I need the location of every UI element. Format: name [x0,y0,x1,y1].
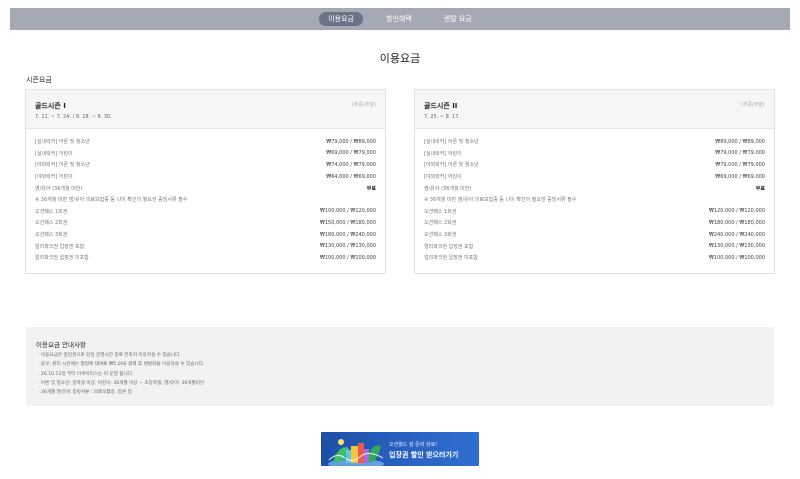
price-row: 영/유아 (36개월 미만) 무료 [424,182,765,194]
price-rows: [실내락커] 어른 및 청소년 ₩89,000 / ₩89,000 [실내락커] 어… [424,136,765,264]
price-row-value: ₩79,000 / ₩79,000 [715,150,765,157]
price-row-label: 얼리파크권 입장권 포함 [424,243,474,250]
price-row: [야외락커] 어른 및 청소년 ₩79,000 / ₩79,000 [424,159,765,171]
price-row-value: ₩79,000 / ₩89,000 [326,138,376,145]
notice-line: · 36개월 영/유아 증빙서류 : 의료보험증, 등본 등 [38,390,132,396]
notice-line: · 어른 및 청소년: 중학생 이상, 어린이: 36개월 이상 ~ 초등학생,… [38,380,205,386]
price-row-value: ₩69,000 / ₩69,000 [715,173,765,180]
price-card-gold-season-2: 골드시즌 II (주중/주말) 7. 25. ~ 8. 17. [실내락커] 어… [414,89,775,274]
price-row-label: [야외락커] 어른 및 청소년 [35,162,90,169]
price-row-value: ₩130,000 / ₩130,000 [708,243,765,250]
price-row: 오션패스 2회권 ₩180,000 / ₩180,000 [424,217,765,229]
price-row: 얼리파크권 입장권 포함 ₩130,000 / ₩130,000 [424,240,765,252]
price-row: 오션패스 2회권 ₩150,000 / ₩180,000 [35,217,376,229]
price-row-label: 오션패스 1회권 [424,208,457,215]
price-row: 오션패스 3회권 ₩180,000 / ₩240,000 [35,229,376,241]
page-title: 이용요금 [379,52,421,65]
price-row-value: ₩69,000 / ₩79,000 [326,150,376,157]
price-row-value: ₩74,000 / ₩79,000 [326,161,376,168]
tab-pricing[interactable]: 이용요금 [319,12,363,26]
price-row: 오션패스 1회권 ₩100,000 / ₩120,000 [35,206,376,218]
price-row: [실내락커] 어린이 ₩79,000 / ₩79,000 [424,148,765,160]
card-note: (주중/주말) [352,102,376,108]
price-row-value: ₩180,000 / ₩180,000 [708,219,765,226]
card-header: 골드시즌 I (주중/주말) 7. 11. ~ 7. 24. / 8. 18. … [26,90,385,129]
price-row-label: 얼리파크권 입장권 미포함 [35,255,89,262]
price-row: 오션패스 1회권 ₩120,000 / ₩120,000 [424,206,765,218]
price-row: [야외락커] 어른 및 청소년 ₩74,000 / ₩79,000 [35,159,376,171]
price-row-label: 오션패스 1회권 [35,208,68,215]
tab-rental-pricing[interactable]: 렌탈 요금 [435,12,481,26]
price-row-value: ₩130,000 / ₩130,000 [319,243,376,250]
price-row-label: [실내락커] 어린이 [35,150,73,157]
price-row-value: ₩64,000 / ₩69,000 [326,173,376,180]
price-row-value: ₩79,000 / ₩79,000 [715,161,765,168]
price-row-value: ₩100,000 / ₩100,000 [708,254,765,261]
price-row-label: 얼리파크권 입장권 미포함 [424,255,478,262]
price-row: [야외락커] 어린이 ₩69,000 / ₩69,000 [424,171,765,183]
price-row-label: [실내락커] 어린이 [424,150,462,157]
price-row-value: ₩100,000 / ₩100,000 [319,254,376,261]
price-row-value: ₩100,000 / ₩120,000 [319,208,376,215]
card-note: (주중/주말) [741,102,765,108]
notice-lines: · 이용요금은 종일권으로 당일 운영시간 종료 전까지 이용하실 수 있습니다… [38,351,204,397]
price-row-label: [야외락커] 어린이 [35,174,73,181]
top-nav: 이용요금 할인혜택 렌탈 요금 [10,8,790,30]
price-row-label: [야외락커] 어른 및 청소년 [424,162,479,169]
price-row-label: 오션패스 3회권 [35,232,68,239]
notice-line: · 26.10.12일 부터 아쿠아리스는 미 운영 됩니다. [38,371,134,377]
banner-cta-text: 입장권 할인 받으러가기 [389,451,459,459]
notice-line: · 중우, 윈터 시즌에는 평일에 대여료 ₩5,000 결제 후 렌탈락을 이… [38,362,205,368]
price-row-value: ₩150,000 / ₩180,000 [319,219,376,226]
price-row: [야외락커] 어린이 ₩64,000 / ₩69,000 [35,171,376,183]
price-row-label: [야외락커] 어린이 [424,174,462,181]
price-row: [실내락커] 어린이 ₩69,000 / ₩79,000 [35,148,376,160]
card-dates: 7. 25. ~ 8. 17. [424,114,460,120]
card-header: 골드시즌 II (주중/주말) 7. 25. ~ 8. 17. [415,90,774,129]
price-row-value: ₩180,000 / ₩240,000 [319,231,376,238]
price-row-label: 영/유아 (36개월 미만) [35,185,83,192]
waterpark-illustration-icon [328,439,384,466]
price-row-value: ₩240,000 / ₩240,000 [708,231,765,238]
pricing-notice: 이용요금 안내사항 · 이용요금은 종일권으로 당일 운영시간 종료 전까지 이… [26,327,774,406]
section-label: 시즌요금 [26,76,52,84]
price-row-label: 얼리파크권 입장권 포함 [35,243,85,250]
price-row-value: 무료 [366,185,376,192]
banner-small-text: 오션월드 잘 준비 완료! [389,442,438,448]
price-row: [실내락커] 어른 및 청소년 ₩79,000 / ₩89,000 [35,136,376,148]
price-row-label: 오션패스 3회권 [424,232,457,239]
price-row: 얼리파크권 입장권 미포함 ₩100,000 / ₩100,000 [35,252,376,264]
price-note-row: ※ 36개월 미만 영/유아 의료보험증 등 나이 확인이 필요한 증빙서류 필… [424,194,765,206]
price-row-label: 오션패스 2회권 [424,220,457,227]
price-rows: [실내락커] 어른 및 청소년 ₩79,000 / ₩89,000 [실내락커] 어… [35,136,376,264]
price-row-label: ※ 36개월 미만 영/유아 의료보험증 등 나이 확인이 필요한 증빙서류 필… [424,197,577,204]
price-row-label: ※ 36개월 미만 영/유아 의료보험증 등 나이 확인이 필요한 증빙서류 필… [35,197,188,204]
price-row: 얼리파크권 입장권 미포함 ₩100,000 / ₩100,000 [424,252,765,264]
card-dates: 7. 11. ~ 7. 24. / 8. 18. ~ 8. 30. [35,114,112,120]
price-row-label: 영/유아 (36개월 미만) [424,185,472,192]
price-row-label: [실내락커] 어른 및 청소년 [35,139,90,146]
price-row: 얼리파크권 입장권 포함 ₩130,000 / ₩130,000 [35,240,376,252]
price-row-value: ₩89,000 / ₩89,000 [715,138,765,145]
price-note-row: ※ 36개월 미만 영/유아 의료보험증 등 나이 확인이 필요한 증빙서류 필… [35,194,376,206]
price-row-value: ₩120,000 / ₩120,000 [708,208,765,215]
notice-line: · 이용요금은 종일권으로 당일 운영시간 종료 전까지 이용하실 수 있습니다… [38,353,181,358]
ticket-discount-banner[interactable]: 오션월드 잘 준비 완료! 입장권 할인 받으러가기 [321,432,479,466]
notice-title: 이용요금 안내사항 [36,341,86,349]
price-row-label: [실내락커] 어른 및 청소년 [424,139,479,146]
price-row-label: 오션패스 2회권 [35,220,68,227]
tab-discounts[interactable]: 할인혜택 [377,12,421,26]
price-row-value: 무료 [755,185,765,192]
price-card-gold-season-1: 골드시즌 I (주중/주말) 7. 11. ~ 7. 24. / 8. 18. … [25,89,386,274]
price-row: [실내락커] 어른 및 청소년 ₩89,000 / ₩89,000 [424,136,765,148]
card-title: 골드시즌 II [424,102,458,110]
card-title: 골드시즌 I [35,102,66,110]
price-row: 영/유아 (36개월 미만) 무료 [35,182,376,194]
price-row: 오션패스 3회권 ₩240,000 / ₩240,000 [424,229,765,241]
